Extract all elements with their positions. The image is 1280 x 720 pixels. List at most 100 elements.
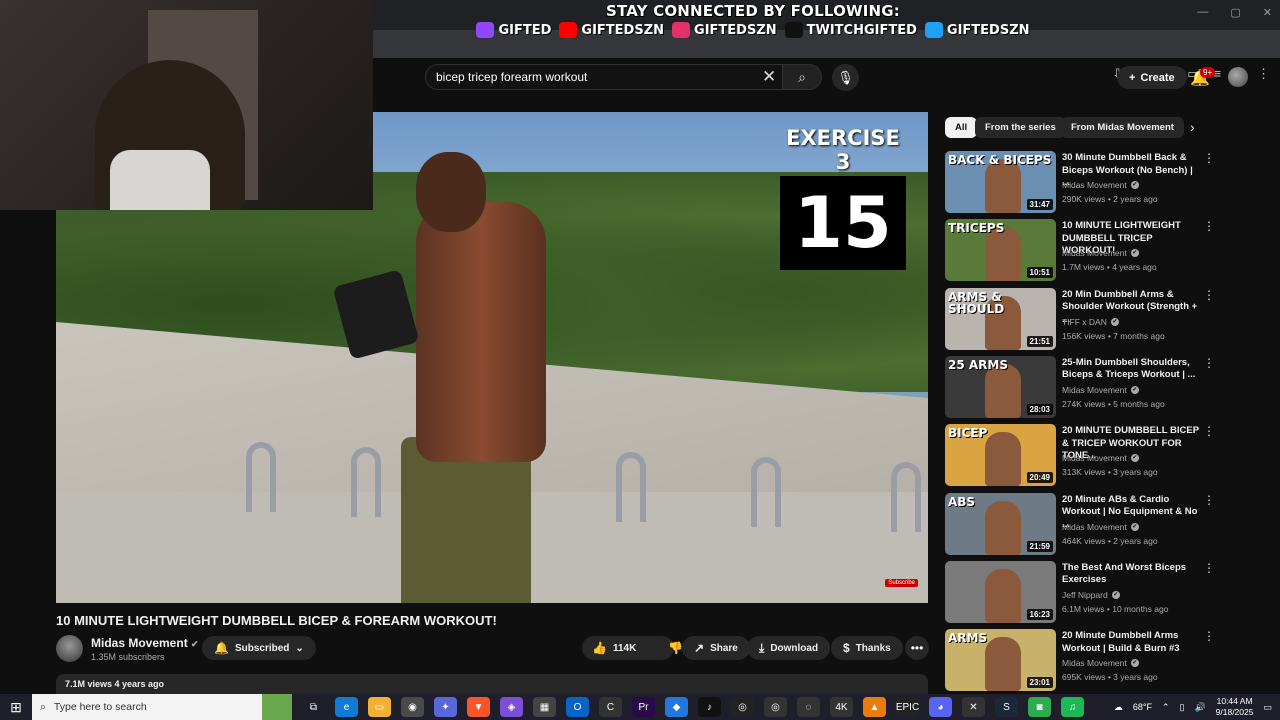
search-input[interactable]: bicep tricep forearm workout <box>425 64 783 90</box>
recommended-title[interactable]: 20 Minute Dumbbell Arms Workout | Build … <box>1062 630 1202 655</box>
discord-icon[interactable]: ◕ <box>929 697 952 717</box>
premiere-icon[interactable]: Pr <box>632 697 655 717</box>
subscribe-watermark[interactable]: Subscribe <box>885 579 918 587</box>
recommended-title[interactable]: The Best And Worst Biceps Exercises <box>1062 562 1202 587</box>
menu-icon[interactable]: ⋮ <box>1257 66 1270 82</box>
windows-start-icon[interactable]: ⊞ <box>0 694 32 720</box>
recommended-channel[interactable]: Midas Movement ✔ <box>1062 248 1139 258</box>
recommended-channel-name: Jeff Nippard <box>1062 589 1108 600</box>
volume-icon[interactable]: 🔊 <box>1194 702 1205 713</box>
search-button[interactable]: ⌕ <box>782 64 822 90</box>
tiktok-app-icon[interactable]: ♪ <box>698 697 721 717</box>
account-avatar[interactable] <box>1228 67 1248 87</box>
kebab-menu-icon[interactable]: ⋮ <box>1203 151 1215 165</box>
kebab-menu-icon[interactable]: ⋮ <box>1203 629 1215 643</box>
game-icon[interactable]: ◙ <box>1028 697 1051 717</box>
chip-from-series[interactable]: From the series <box>975 117 1066 138</box>
spotify-icon[interactable]: ♫ <box>1061 697 1084 717</box>
steam-icon[interactable]: S <box>995 697 1018 717</box>
taskbar-search-input[interactable]: ⌕ Type here to search <box>32 694 262 720</box>
office-icon[interactable]: ◈ <box>500 697 523 717</box>
chip-from-channel[interactable]: From Midas Movement <box>1061 117 1184 138</box>
window-controls: — ▢ ✕ <box>1197 6 1272 19</box>
subscriber-count: 1.35M subscribers <box>91 652 165 662</box>
more-actions-button[interactable]: ••• <box>905 636 929 660</box>
create-button[interactable]: + Create <box>1117 66 1187 89</box>
video-thumbnail[interactable]: ARMS & SHOULD 21:51 <box>945 287 1056 350</box>
recommended-video[interactable]: ABS 21:59 20 Minute ABs & Cardio Workout |… <box>945 492 1215 555</box>
chip-all[interactable]: All <box>945 117 978 138</box>
voice-search-button[interactable]: 🎙 <box>832 64 859 91</box>
video-thumbnail[interactable]: ABS 21:59 <box>945 492 1056 555</box>
clipchamp-icon[interactable]: C <box>599 697 622 717</box>
kebab-menu-icon[interactable]: ⋮ <box>1203 288 1215 302</box>
thumbnail-text: ARMS & SHOULD <box>948 289 1005 316</box>
kebab-menu-icon[interactable]: ⋮ <box>1203 561 1215 575</box>
channel-avatar[interactable] <box>56 635 83 662</box>
weather-icon[interactable]: ☁ <box>1114 702 1123 713</box>
outlook-icon[interactable]: O <box>566 697 589 717</box>
minimize-button[interactable]: — <box>1197 6 1208 19</box>
video-thumbnail[interactable]: 16:23 <box>945 560 1056 623</box>
network-icon[interactable]: ▯ <box>1179 702 1184 713</box>
copilot-icon[interactable]: ✦ <box>434 697 457 717</box>
app3-icon[interactable]: ◌ <box>797 697 820 717</box>
notification-center-icon[interactable]: ▭ <box>1263 702 1272 713</box>
recommended-channel[interactable]: TIFF x DAN ✔ <box>1062 317 1119 327</box>
create-label: Create <box>1140 71 1175 84</box>
thumbnail-text: 25 ARMS <box>948 357 1008 372</box>
xbox-icon[interactable]: ✕ <box>962 697 985 717</box>
edge-icon[interactable]: e <box>335 697 358 717</box>
brave-icon[interactable]: ▼ <box>467 697 490 717</box>
recommended-channel[interactable]: Midas Movement ✔ <box>1062 385 1139 395</box>
recommended-channel[interactable]: Midas Movement ✔ <box>1062 522 1139 532</box>
epic-icon[interactable]: EPIC <box>896 697 919 717</box>
video-thumbnail[interactable]: TRICEPS 10:51 <box>945 219 1056 282</box>
calendar-icon[interactable]: ▦ <box>533 697 556 717</box>
kebab-menu-icon[interactable]: ⋮ <box>1203 219 1215 233</box>
recommended-title[interactable]: 25-Min Dumbbell Shoulders, Biceps & Tric… <box>1062 357 1202 382</box>
like-button[interactable]: 👍 114K <box>582 636 646 660</box>
4k-icon[interactable]: 4K <box>830 697 853 717</box>
thanks-button[interactable]: $ Thanks <box>831 636 903 660</box>
recommended-video[interactable]: 25 ARMS 28:03 25-Min Dumbbell Shoulders, B… <box>945 355 1215 418</box>
recommended-channel[interactable]: Midas Movement ✔ <box>1062 180 1139 190</box>
kebab-menu-icon[interactable]: ⋮ <box>1203 493 1215 507</box>
recommended-meta: 6.1M views • 10 months ago <box>1062 603 1169 614</box>
vlc-icon[interactable]: ▲ <box>863 697 886 717</box>
chevron-right-icon[interactable]: › <box>1190 119 1195 135</box>
share-icon: ↗ <box>694 641 705 655</box>
video-thumbnail[interactable]: BACK & BICEPS 31:47 <box>945 151 1056 213</box>
description-box[interactable]: 7.1M views 4 years ago <box>56 674 928 694</box>
obs-icon[interactable]: ◎ <box>731 697 754 717</box>
video-thumbnail[interactable]: 25 ARMS 28:03 <box>945 355 1056 418</box>
video-thumbnail[interactable]: BICEP 20:49 <box>945 424 1056 487</box>
clock[interactable]: 10:44 AM 9/18/2025 <box>1216 696 1254 718</box>
task-view-icon[interactable]: ⧉ <box>302 697 325 717</box>
kebab-menu-icon[interactable]: ⋮ <box>1203 356 1215 370</box>
video-thumbnail[interactable]: ARMS 23:01 <box>945 629 1056 692</box>
maximize-button[interactable]: ▢ <box>1230 6 1240 19</box>
app2-icon[interactable]: ◎ <box>764 697 787 717</box>
recommended-video[interactable]: 16:23 The Best And Worst Biceps Exercises… <box>945 560 1215 623</box>
chrome-icon[interactable]: ◉ <box>401 697 424 717</box>
clear-search-icon[interactable]: ✕ <box>762 67 776 87</box>
tray-overflow-icon[interactable]: ⌃ <box>1162 702 1170 713</box>
kebab-menu-icon[interactable]: ⋮ <box>1203 424 1215 438</box>
recommended-video[interactable]: ARMS 23:01 20 Minute Dumbbell Arms Workout… <box>945 629 1215 692</box>
recommended-channel[interactable]: Midas Movement ✔ <box>1062 453 1139 463</box>
weather-temp[interactable]: 68°F <box>1133 702 1152 712</box>
recommended-channel[interactable]: Midas Movement ✔ <box>1062 658 1139 668</box>
recommended-video[interactable]: ARMS & SHOULD 21:51 20 Min Dumbbell Arms &… <box>945 287 1215 350</box>
recommended-video[interactable]: TRICEPS 10:51 10 MINUTE LIGHTWEIGHT DUMBBE… <box>945 219 1215 282</box>
subscribed-button[interactable]: 🔔 Subscribed ⌄ <box>202 636 316 660</box>
download-button[interactable]: ⤓ Download <box>747 636 831 660</box>
close-button[interactable]: ✕ <box>1263 6 1272 19</box>
file-explorer-icon[interactable]: ▭ <box>368 697 391 717</box>
channel-name[interactable]: Midas Movement ✔ <box>91 636 199 650</box>
share-button[interactable]: ↗ Share <box>682 636 750 660</box>
app-icon[interactable]: ◆ <box>665 697 688 717</box>
recommended-channel[interactable]: Jeff Nippard ✔ <box>1062 590 1120 600</box>
recommended-video[interactable]: BACK & BICEPS 31:47 30 Minute Dumbbell Bac… <box>945 151 1215 213</box>
recommended-video[interactable]: BICEP 20:49 20 MINUTE DUMBBELL BICEP & TRI… <box>945 424 1215 487</box>
